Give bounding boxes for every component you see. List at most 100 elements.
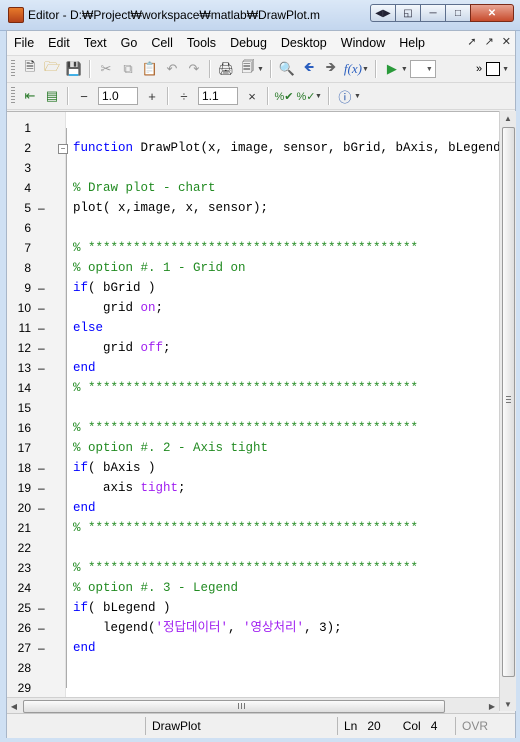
breakpoint-marker[interactable]: – — [38, 318, 45, 338]
evaluate-percent-icon[interactable]: %✔ — [274, 86, 294, 106]
code-line[interactable]: 14 % ************************************… — [7, 378, 499, 398]
code-line[interactable]: 19– axis tight; — [7, 478, 499, 498]
breakpoint-marker[interactable]: – — [38, 498, 45, 518]
code-line[interactable]: 24 % option #. 3 - Legend — [7, 578, 499, 598]
chevron-down-icon[interactable]: ▼ — [315, 93, 322, 100]
undock-icon[interactable]: ↗ — [485, 35, 494, 48]
dock-arrow-icon[interactable]: ➚ — [467, 35, 476, 48]
code-line[interactable]: 5– plot( x,image, x, sensor); — [7, 198, 499, 218]
breakpoint-marker[interactable]: – — [38, 478, 45, 498]
menu-window[interactable]: Window — [334, 36, 392, 50]
code-line[interactable]: 12– grid off; — [7, 338, 499, 358]
print-icon[interactable]: 🖨 — [216, 59, 236, 79]
breakpoint-marker[interactable]: – — [38, 298, 45, 318]
cut-icon[interactable]: ✂ — [96, 59, 116, 79]
menu-text[interactable]: Text — [77, 36, 114, 50]
divide-button[interactable]: ÷ — [174, 86, 194, 106]
fold-collapse-icon[interactable]: − — [58, 144, 68, 154]
multiply-button[interactable]: × — [242, 86, 262, 106]
function-fx-icon[interactable]: f(x) — [343, 59, 363, 79]
back-arrow-icon[interactable]: 🡸 — [299, 59, 319, 79]
menu-go[interactable]: Go — [114, 36, 145, 50]
code-line[interactable]: 27– end — [7, 638, 499, 658]
breakpoint-marker[interactable]: – — [38, 458, 45, 478]
copy-icon[interactable]: ⧉ — [118, 59, 138, 79]
find-binoculars-icon[interactable]: 🔍 — [277, 59, 297, 79]
chevron-down-icon[interactable]: ▼ — [502, 66, 509, 73]
layout-square-icon[interactable] — [486, 62, 501, 76]
code-line[interactable]: 11– else — [7, 318, 499, 338]
code-line[interactable]: 21 % ************************************… — [7, 518, 499, 538]
breakpoint-marker[interactable]: – — [38, 618, 45, 638]
increment-button[interactable]: + — [142, 86, 162, 106]
undo-icon[interactable]: ↶ — [162, 59, 182, 79]
chevron-down-icon[interactable]: ▼ — [362, 66, 369, 73]
menu-cell[interactable]: Cell — [144, 36, 180, 50]
insert-cell-icon[interactable]: ⇤ — [20, 86, 40, 106]
code-line[interactable]: 20– end — [7, 498, 499, 518]
scroll-left-icon[interactable]: ◀ — [7, 699, 21, 713]
scroll-down-icon[interactable]: ▼ — [500, 697, 516, 711]
code-line[interactable]: 29 — [7, 678, 499, 698]
vertical-scroll-thumb[interactable] — [502, 127, 515, 677]
close-x-icon[interactable]: ✕ — [502, 35, 511, 48]
code-line[interactable]: 9– if( bGrid ) — [7, 278, 499, 298]
code-line[interactable]: 6 — [7, 218, 499, 238]
chevron-down-icon[interactable]: ▼ — [354, 93, 361, 100]
code-line[interactable]: 17 % option #. 2 - Axis tight — [7, 438, 499, 458]
stack-select[interactable]: ▼ — [409, 60, 436, 78]
code-line[interactable]: 2 − function DrawPlot(x, image, sensor, bG… — [7, 138, 499, 158]
undock-button[interactable]: ◱ — [395, 4, 421, 22]
menu-file[interactable]: File — [7, 36, 41, 50]
toolbar-grip[interactable] — [11, 60, 15, 78]
code-line[interactable]: 10– grid on; — [7, 298, 499, 318]
breakpoint-marker[interactable]: – — [38, 338, 45, 358]
code-line[interactable]: 26– legend('정답데이터', '영상처리', 3); — [7, 618, 499, 638]
overflow-chevron-icon[interactable]: » — [476, 63, 482, 75]
menu-help[interactable]: Help — [392, 36, 432, 50]
code-line[interactable]: 4 % Draw plot - chart — [7, 178, 499, 198]
code-line[interactable]: 28 — [7, 658, 499, 678]
close-button[interactable]: ✕ — [470, 4, 514, 22]
code-line[interactable]: 8 % option #. 1 - Grid on — [7, 258, 499, 278]
chevron-down-icon[interactable]: ▼ — [257, 66, 264, 73]
code-line[interactable]: 1 — [7, 118, 499, 138]
menu-tools[interactable]: Tools — [180, 36, 223, 50]
info-icon[interactable]: ⓘ — [335, 86, 355, 106]
code-line[interactable]: 15 — [7, 398, 499, 418]
redo-icon[interactable]: ↷ — [184, 59, 204, 79]
menu-desktop[interactable]: Desktop — [274, 36, 334, 50]
run-icon[interactable]: ▶ — [382, 59, 402, 79]
code-line[interactable]: 16 % ************************************… — [7, 418, 499, 438]
horizontal-scrollbar[interactable]: ◀ ▶ — [7, 697, 499, 714]
code-editor[interactable]: 1 2− function DrawPlot(x, image, sensor, b… — [7, 111, 499, 712]
scroll-right-icon[interactable]: ▶ — [485, 699, 499, 713]
vertical-scrollbar[interactable]: ▲ ▼ — [499, 111, 516, 711]
forward-arrow-icon[interactable]: 🡺 — [321, 59, 341, 79]
chevron-down-icon[interactable]: ▼ — [401, 66, 408, 73]
breakpoint-marker[interactable]: – — [38, 598, 45, 618]
paste-icon[interactable]: 📋 — [140, 59, 160, 79]
scroll-up-icon[interactable]: ▲ — [500, 111, 516, 125]
evaluate-cell-icon[interactable]: ▤ — [42, 86, 62, 106]
breakpoint-marker[interactable]: – — [38, 278, 45, 298]
horizontal-scroll-thumb[interactable] — [23, 700, 445, 713]
code-line[interactable]: 13– end — [7, 358, 499, 378]
increment-value-input[interactable] — [98, 87, 138, 105]
breakpoint-marker[interactable]: – — [38, 638, 45, 658]
menu-debug[interactable]: Debug — [223, 36, 274, 50]
maximize-button[interactable]: □ — [445, 4, 471, 22]
code-line[interactable]: 22 — [7, 538, 499, 558]
minimize-button[interactable]: ─ — [420, 4, 446, 22]
code-line[interactable]: 23 % ************************************… — [7, 558, 499, 578]
open-folder-icon[interactable]: 🗁 — [42, 59, 62, 79]
menu-edit[interactable]: Edit — [41, 36, 77, 50]
code-line[interactable]: 18– if( bAxis ) — [7, 458, 499, 478]
decrement-button[interactable]: − — [74, 86, 94, 106]
code-line[interactable]: 7 % *************************************… — [7, 238, 499, 258]
new-file-icon[interactable]: 🗎 — [20, 59, 40, 79]
divide-value-input[interactable] — [198, 87, 238, 105]
code-line[interactable]: 3 — [7, 158, 499, 178]
toolbar-grip[interactable] — [11, 87, 15, 105]
code-line[interactable]: 25– if( bLegend ) — [7, 598, 499, 618]
